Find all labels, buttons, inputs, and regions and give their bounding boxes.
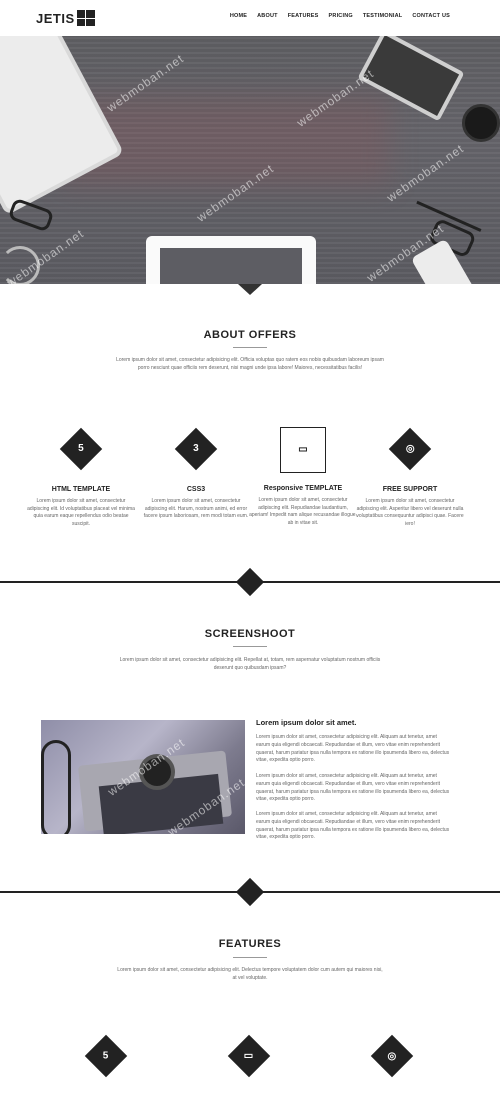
nav-contact-us[interactable]: CONTACT US <box>412 13 450 19</box>
watermark: webmoban.net <box>384 141 467 205</box>
screenshot-paragraph: Lorem ipsum dolor sit amet, consectetur … <box>256 773 450 803</box>
cable-image <box>0 246 40 284</box>
logo-mark-icon <box>76 10 95 26</box>
screenshot-image: webmoban.net webmoban.net <box>41 720 245 834</box>
glasses-image <box>7 197 55 233</box>
lens-image <box>462 104 500 142</box>
offer-text: Lorem ipsum dolor sit amet, consectetur … <box>143 498 249 519</box>
nav-features[interactable]: FEATURES <box>288 13 319 19</box>
feature-item: 5 <box>84 1034 128 1078</box>
feature-item: ▭ <box>227 1034 271 1078</box>
offer-title: CSS3 <box>186 486 206 493</box>
screenshoot-title: SCREENSHOOT <box>204 628 296 640</box>
about-title: ABOUT OFFERS <box>203 329 297 341</box>
offer-text: Lorem ipsum dolor sit amet, consectetur … <box>27 498 135 527</box>
hero-down-arrow[interactable] <box>238 284 262 295</box>
feature-item: ◎ <box>370 1034 414 1078</box>
screenshot-paragraph: Lorem ipsum dolor sit amet, consectetur … <box>256 811 450 841</box>
support-icon: ◎ <box>370 1034 414 1078</box>
offer-title: Responsive TEMPLATE <box>263 485 343 492</box>
nav-about[interactable]: ABOUT <box>257 13 278 19</box>
hero-banner: webmoban.net webmoban.net webmoban.net w… <box>0 36 500 284</box>
divider-diamond-icon <box>235 567 265 597</box>
screenshoot-description: Lorem ipsum dolor sit amet, consectetur … <box>119 657 381 671</box>
offer-title: HTML TEMPLATE <box>51 486 111 493</box>
main-nav: HOME ABOUT FEATURES PRICING TESTIMONIAL … <box>230 13 450 19</box>
features-description: Lorem ipsum dolor sit amet, consectetur … <box>117 967 383 981</box>
about-title-underline <box>233 347 267 348</box>
offer-text: Lorem ipsum dolor sit amet, consectetur … <box>356 498 464 527</box>
screenshot-paragraph: Lorem ipsum dolor sit amet, consectetur … <box>256 734 450 764</box>
html5-icon: 5 <box>59 427 103 471</box>
brand-logo[interactable]: JETIS <box>36 9 95 27</box>
features-title: FEATURES <box>218 938 282 950</box>
about-description: Lorem ipsum dolor sit amet, consectetur … <box>116 357 384 371</box>
logo-text: JETIS <box>36 10 75 26</box>
nav-pricing[interactable]: PRICING <box>329 13 353 19</box>
responsive-icon: ▭ <box>280 427 326 473</box>
offer-title: FREE SUPPORT <box>382 486 438 493</box>
nav-testimonial[interactable]: TESTIMONIAL <box>363 13 402 19</box>
screenshoot-title-underline <box>233 646 267 647</box>
offer-card: ◎ FREE SUPPORT Lorem ipsum dolor sit ame… <box>356 427 464 528</box>
tablet-screen <box>160 248 302 284</box>
nav-home[interactable]: HOME <box>230 13 247 19</box>
html5-icon: 5 <box>84 1034 128 1078</box>
offer-card: ▭ Responsive TEMPLATE Lorem ipsum dolor … <box>249 427 357 527</box>
offer-text: Lorem ipsum dolor sit amet, consectetur … <box>249 497 357 526</box>
top-navbar: JETIS HOME ABOUT FEATURES PRICING TESTIM… <box>0 0 500 36</box>
divider-diamond-icon <box>235 877 265 907</box>
support-icon: ◎ <box>388 427 432 471</box>
css3-icon: 3 <box>174 427 218 471</box>
offer-card: 5 HTML TEMPLATE Lorem ipsum dolor sit am… <box>27 427 135 528</box>
offer-card: 3 CSS3 Lorem ipsum dolor sit amet, conse… <box>142 427 250 521</box>
features-title-underline <box>233 957 267 958</box>
screenshot-heading: Lorem ipsum dolor sit amet. <box>256 718 357 727</box>
responsive-icon: ▭ <box>227 1034 271 1078</box>
